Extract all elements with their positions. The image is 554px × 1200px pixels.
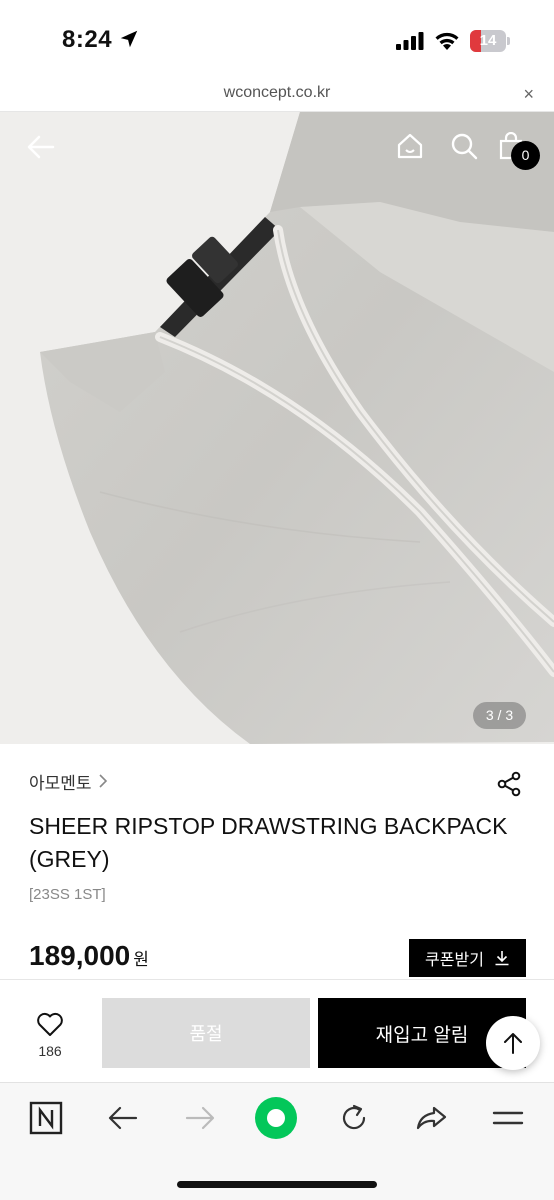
coupon-download-button[interactable]: 쿠폰받기 — [409, 939, 526, 977]
url-text[interactable]: wconcept.co.kr — [0, 84, 554, 102]
product-title: SHEER RIPSTOP DRAWSTRING BACKPACK (GREY) — [29, 813, 508, 872]
browser-back-button[interactable] — [106, 1101, 140, 1135]
browser-toolbar — [0, 1082, 554, 1200]
reload-button[interactable] — [337, 1101, 371, 1135]
close-icon[interactable]: × — [523, 84, 534, 105]
menu-icon — [492, 1111, 524, 1125]
location-icon — [120, 30, 138, 48]
naver-n-icon — [29, 1101, 63, 1135]
battery-level: 14 — [479, 32, 497, 49]
wifi-icon — [435, 32, 459, 50]
home-indicator — [177, 1181, 377, 1188]
action-bar: 186 품절 재입고 알림 — [0, 979, 554, 1082]
browser-share-button[interactable] — [414, 1101, 448, 1135]
reload-icon — [342, 1104, 366, 1130]
share-arrow-icon — [416, 1106, 447, 1130]
product-photo — [0, 112, 554, 744]
image-page-indicator: 3 / 3 — [473, 702, 526, 729]
forward-arrow-icon — [185, 1106, 215, 1130]
scroll-to-top-button[interactable] — [486, 1016, 540, 1070]
share-icon[interactable] — [496, 771, 522, 797]
brand-link[interactable]: 아모멘토 — [29, 769, 108, 794]
menu-button[interactable] — [491, 1101, 525, 1135]
cart-count-badge[interactable]: 0 — [511, 141, 540, 170]
price-unit: 원 — [133, 950, 149, 969]
arrow-up-icon — [504, 1033, 522, 1054]
back-arrow-icon — [108, 1106, 138, 1130]
naver-n-button[interactable] — [29, 1101, 63, 1135]
product-image[interactable]: 0 3 / 3 — [0, 112, 554, 744]
green-dot-icon[interactable] — [255, 1097, 297, 1139]
battery-icon: 14 — [470, 30, 510, 52]
status-time: 8:24 — [62, 26, 113, 53]
product-season-tag: [23SS 1ST] — [29, 886, 106, 903]
download-icon — [495, 951, 509, 966]
search-icon[interactable] — [450, 132, 478, 160]
browser-forward-button[interactable] — [183, 1101, 217, 1135]
price: 189,000 원 — [29, 940, 149, 972]
price-value: 189,000 — [29, 940, 131, 971]
heart-icon[interactable] — [36, 1011, 64, 1037]
signal-icon — [396, 32, 424, 50]
back-icon[interactable] — [26, 132, 56, 162]
soldout-button[interactable]: 품절 — [102, 998, 310, 1068]
url-bar[interactable]: wconcept.co.kr × — [0, 78, 554, 112]
home-icon[interactable] — [396, 132, 424, 160]
coupon-button-label: 쿠폰받기 — [425, 952, 484, 969]
like-count: 186 — [38, 1043, 62, 1059]
status-bar: 8:24 14 — [0, 0, 554, 78]
brand-name[interactable]: 아모멘토 — [29, 769, 92, 794]
chevron-right-icon — [98, 774, 107, 788]
